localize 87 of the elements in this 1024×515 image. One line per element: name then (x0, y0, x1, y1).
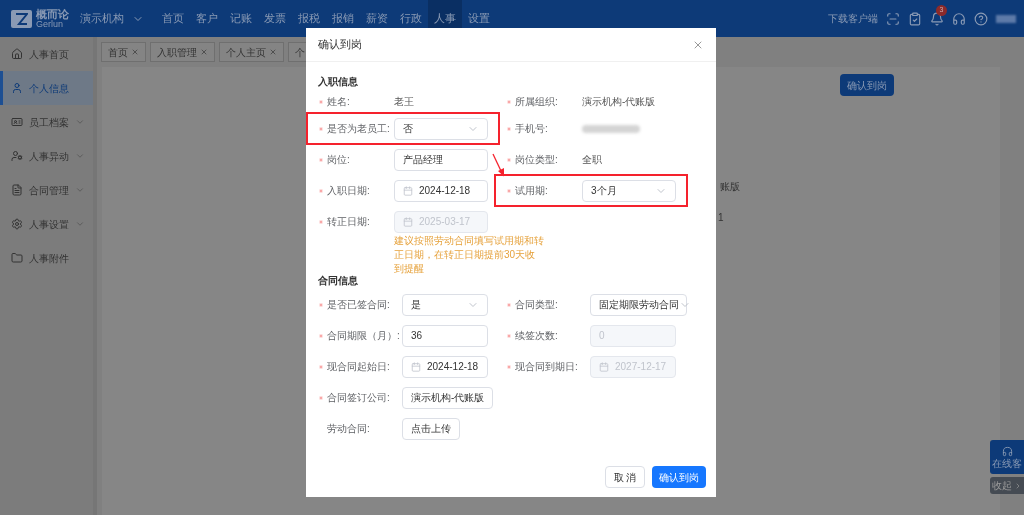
page-tab[interactable]: 入职管理 (150, 42, 215, 62)
field-label: 合同签订公司: (327, 391, 390, 405)
field-label: 现合同到期日: (515, 360, 578, 374)
folder-icon (11, 252, 23, 264)
page-tab[interactable]: 个人主页 (219, 42, 284, 62)
online-service-button[interactable]: 在线客 (990, 440, 1024, 474)
select-field[interactable]: 3个月 (582, 179, 676, 202)
field-label: 试用期: (515, 184, 548, 198)
select-field[interactable]: 固定期限劳动合同 (590, 293, 687, 316)
org-switcher[interactable]: 演示机构 (80, 10, 144, 27)
calendar-icon (403, 185, 413, 196)
field-label: 是否已签合同: (327, 298, 390, 312)
sidebar-item[interactable]: 个人信息 (0, 71, 93, 105)
close-icon[interactable] (131, 48, 139, 56)
sidebar-item[interactable]: 合同管理 (0, 173, 93, 207)
field-value: 账版 (720, 180, 740, 194)
close-icon[interactable] (269, 48, 277, 56)
field-value: 1 (718, 211, 724, 225)
user-icon (11, 150, 23, 162)
section-title: 合同信息 (318, 274, 359, 288)
settings-icon (11, 218, 23, 230)
scan-icon[interactable] (886, 11, 900, 26)
nav-menu-item[interactable]: 薪资 (360, 0, 394, 37)
headset-icon (1001, 445, 1013, 457)
nav-menu-item[interactable]: 客户 (190, 0, 224, 37)
field-value: 全职 (582, 153, 602, 167)
input-field[interactable]: 36 (402, 324, 488, 347)
field-label: 入职日期: (327, 184, 370, 198)
field-label: 手机号: (515, 122, 548, 136)
sidebar-item[interactable]: 人事异动 (0, 139, 93, 173)
user-icon (11, 82, 23, 94)
logo-subtitle: Gerlun (36, 19, 63, 29)
nav-menu-item[interactable]: 记账 (224, 0, 258, 37)
nav-menu-item[interactable]: 报税 (292, 0, 326, 37)
calendar-icon (403, 216, 413, 227)
close-icon[interactable] (200, 48, 208, 56)
page-tab[interactable]: 首页 (101, 42, 146, 62)
help-icon[interactable] (974, 11, 988, 26)
download-link[interactable]: 下载客户端 (828, 11, 878, 26)
sidebar-item[interactable]: 人事首页 (0, 37, 93, 71)
confirm-button[interactable]: 确认到岗 (652, 466, 706, 488)
field-label: 岗位类型: (515, 153, 558, 167)
select-field[interactable]: 是 (402, 293, 488, 316)
clipboard-icon[interactable] (908, 11, 922, 26)
field-label: 合同期限（月）: (327, 329, 400, 343)
modal-title: 确认到岗 (318, 37, 362, 53)
upload-button[interactable]: 点击上传 (402, 417, 460, 440)
logo-icon (11, 9, 32, 28)
field-label: 现合同起始日: (327, 360, 390, 374)
field-label: 续签次数: (515, 329, 558, 343)
input-field[interactable]: 产品经理 (394, 148, 488, 171)
cancel-button[interactable]: 取 消 (605, 466, 645, 488)
home-icon (11, 48, 23, 60)
sidebar-item[interactable]: 人事附件 (0, 241, 93, 275)
chevron-right-icon (1014, 481, 1022, 490)
date-field[interactable]: 2024-12-18 (394, 179, 488, 202)
nav-menu-item[interactable]: 发票 (258, 0, 292, 37)
field-value: 老王 (394, 95, 414, 109)
field-label: 劳动合同: (327, 422, 370, 436)
field-value: 演示机构-代账版 (582, 95, 656, 109)
logo-name: 概而论 (36, 8, 69, 20)
nav-menu-item[interactable]: 设置 (462, 0, 496, 37)
headset-icon[interactable] (952, 11, 966, 26)
sidebar-item[interactable]: 员工档案 (0, 105, 93, 139)
field-label: 是否为老员工: (327, 122, 390, 136)
confirm-button[interactable]: 确认到岗 (840, 74, 894, 96)
nav-menu-item[interactable]: 行政 (394, 0, 428, 37)
field-label: 合同类型: (515, 298, 558, 312)
section-title: 入职信息 (318, 75, 359, 89)
id-card-icon (11, 116, 23, 128)
bell-icon[interactable] (930, 11, 944, 26)
input-field[interactable]: 演示机构-代账版 (402, 386, 494, 409)
blurred-phone-drawing (582, 124, 640, 133)
date-field[interactable]: 2024-12-18 (402, 355, 488, 378)
select-field[interactable]: 否 (394, 117, 488, 140)
hint-text: 建议按照劳动合同填写试用期和转正日期，在转正日期提前30天收到提醒 (394, 234, 544, 276)
field-label: 姓名: (327, 95, 350, 109)
blurred-username-drawing (996, 14, 1016, 23)
calendar-icon (411, 361, 421, 372)
collapse-button[interactable]: 收起 (990, 477, 1024, 494)
nav-menu-item[interactable]: 首页 (156, 0, 190, 37)
field-label: 转正日期: (327, 215, 370, 229)
document-icon (11, 184, 23, 196)
calendar-icon (599, 361, 609, 372)
field-label: 所属组织: (515, 95, 558, 109)
field-label: 岗位: (327, 153, 350, 167)
nav-menu-item[interactable]: 报销 (326, 0, 360, 37)
